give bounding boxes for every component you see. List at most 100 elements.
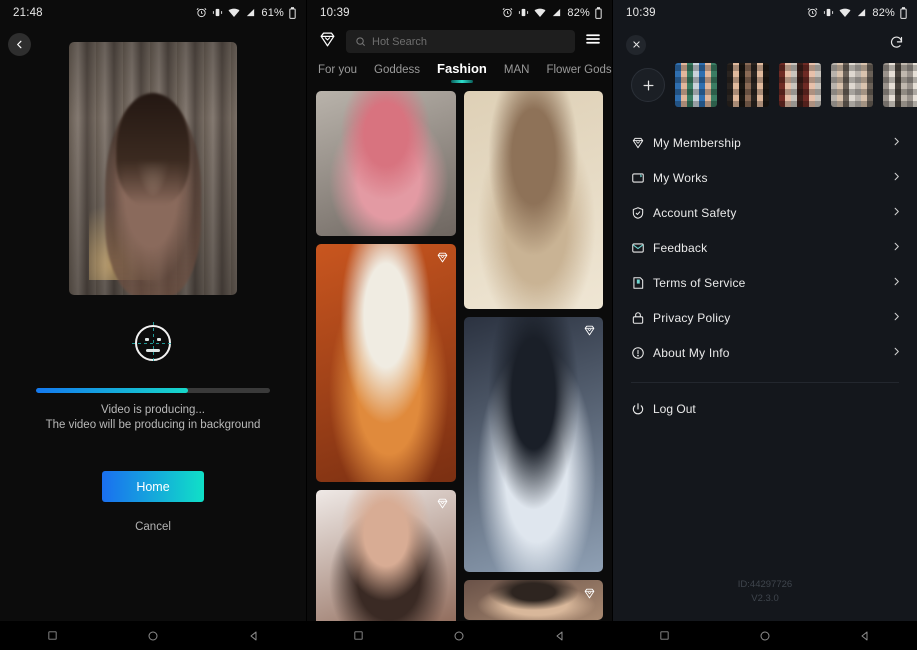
nav-recent-button[interactable]	[309, 630, 410, 641]
favorite-heart-icon[interactable]	[583, 324, 596, 342]
nav-back-button[interactable]	[203, 630, 304, 642]
status-time: 21:48	[13, 7, 43, 19]
search-input[interactable]: Hot Search	[346, 30, 575, 53]
avatar-1[interactable]	[675, 63, 717, 107]
menu-item-label: My Membership	[653, 136, 891, 150]
battery-icon	[289, 7, 296, 19]
tab-man[interactable]: MAN	[504, 64, 530, 83]
avatar-3[interactable]	[779, 63, 821, 107]
menu-divider	[631, 382, 899, 383]
works-image-icon	[631, 171, 653, 185]
status-time: 10:39	[320, 7, 350, 19]
app-version-info: ID:44297726 V2.3.0	[613, 578, 917, 606]
menu-item-privacy-policy[interactable]: Privacy Policy	[613, 300, 917, 335]
photo-card[interactable]	[316, 91, 456, 236]
shield-check-icon	[631, 206, 653, 220]
nav-back-button[interactable]	[815, 630, 915, 642]
back-button[interactable]	[8, 33, 31, 56]
android-nav-bar-mid	[307, 621, 612, 650]
alarm-icon	[807, 7, 818, 18]
panel-video-producing: 21:48 61%	[0, 0, 306, 650]
membership-diamond-icon	[631, 136, 653, 150]
account-panel-header	[613, 25, 917, 57]
chevron-right-icon	[891, 134, 902, 152]
progress-bar-fill	[36, 388, 188, 393]
menu-item-label: About My Info	[653, 346, 891, 360]
avatar-strip[interactable]	[613, 57, 917, 107]
category-tabs[interactable]: For youGoddessFashionMANFlower GodsEight…	[307, 55, 612, 83]
power-icon	[631, 402, 653, 416]
menu-item-label: Privacy Policy	[653, 311, 891, 325]
diamond-heart-icon[interactable]	[318, 30, 337, 54]
tab-flower-gods[interactable]: Flower Gods	[546, 64, 611, 83]
favorite-heart-icon[interactable]	[583, 587, 596, 605]
logout-button[interactable]: Log Out	[613, 391, 917, 427]
photo-masonry-grid	[307, 83, 612, 637]
menu-item-about-my-info[interactable]: About My Info	[613, 335, 917, 370]
wifi-icon	[534, 7, 546, 18]
home-button[interactable]: Home	[102, 471, 204, 502]
nav-recent-button[interactable]	[615, 630, 715, 641]
feed-header: Hot Search	[307, 25, 612, 55]
wifi-icon	[228, 7, 240, 18]
logout-label: Log Out	[653, 402, 696, 416]
account-menu-list[interactable]: My Membership My Works Account Safety Feedb…	[613, 125, 917, 370]
status-bar-right: 10:39 82%	[613, 0, 917, 25]
menu-item-account-safety[interactable]: Account Safety	[613, 195, 917, 230]
menu-item-terms-of-service[interactable]: Terms of Service	[613, 265, 917, 300]
photo-card[interactable]	[464, 91, 604, 309]
alarm-icon	[196, 7, 207, 18]
battery-percent: 82%	[567, 7, 590, 19]
battery-icon	[595, 7, 602, 19]
menu-item-my-works[interactable]: My Works	[613, 160, 917, 195]
favorite-heart-icon[interactable]	[436, 497, 449, 515]
close-button[interactable]	[626, 35, 646, 55]
nav-back-button[interactable]	[510, 630, 611, 642]
nav-home-button[interactable]	[103, 630, 204, 642]
tab-for-you[interactable]: For you	[318, 64, 357, 83]
photo-card[interactable]	[316, 490, 456, 637]
photo-card[interactable]	[464, 580, 604, 620]
vibrate-icon	[823, 7, 834, 18]
avatar-2[interactable]	[727, 63, 769, 107]
plus-icon	[641, 78, 656, 93]
producing-status-line-1: Video is producing...	[0, 403, 306, 418]
favorite-heart-icon[interactable]	[436, 251, 449, 269]
tab-fashion[interactable]: Fashion	[437, 61, 487, 83]
producing-status-line-2: The video will be producing in backgroun…	[0, 418, 306, 433]
vibrate-icon	[212, 7, 223, 18]
nav-home-button[interactable]	[409, 630, 510, 642]
menu-item-feedback[interactable]: Feedback	[613, 230, 917, 265]
woman-racing-suit-kart	[464, 317, 604, 572]
photo-card[interactable]	[316, 244, 456, 482]
chevron-right-icon	[891, 344, 902, 362]
menu-item-label: My Works	[653, 171, 891, 185]
lock-icon	[631, 311, 653, 325]
status-time: 10:39	[626, 7, 656, 19]
woman-white-qipao-clock	[316, 244, 456, 482]
nav-home-button[interactable]	[715, 630, 815, 642]
hamburger-menu-icon[interactable]	[584, 30, 602, 53]
menu-item-label: Terms of Service	[653, 276, 891, 290]
chevron-right-icon	[891, 309, 902, 327]
status-bar-left: 21:48 61%	[0, 0, 306, 25]
battery-percent: 61%	[261, 7, 284, 19]
tab-goddess[interactable]: Goddess	[374, 64, 420, 83]
alarm-icon	[502, 7, 513, 18]
info-circle-icon	[631, 346, 653, 360]
account-id: ID:44297726	[613, 578, 917, 592]
portrait-preview-image	[69, 42, 237, 295]
avatar-4[interactable]	[831, 63, 873, 107]
photo-card[interactable]	[464, 317, 604, 572]
grid-column-right	[464, 91, 604, 637]
refresh-button[interactable]	[889, 35, 904, 55]
menu-item-label: Feedback	[653, 241, 891, 255]
avatar-5[interactable]	[883, 63, 917, 107]
menu-item-my-membership[interactable]: My Membership	[613, 125, 917, 160]
chevron-right-icon	[891, 274, 902, 292]
add-avatar-button[interactable]	[631, 68, 665, 102]
refresh-icon	[889, 35, 904, 50]
cancel-button[interactable]: Cancel	[135, 521, 171, 533]
nav-recent-button[interactable]	[2, 630, 103, 641]
search-icon	[355, 36, 366, 47]
